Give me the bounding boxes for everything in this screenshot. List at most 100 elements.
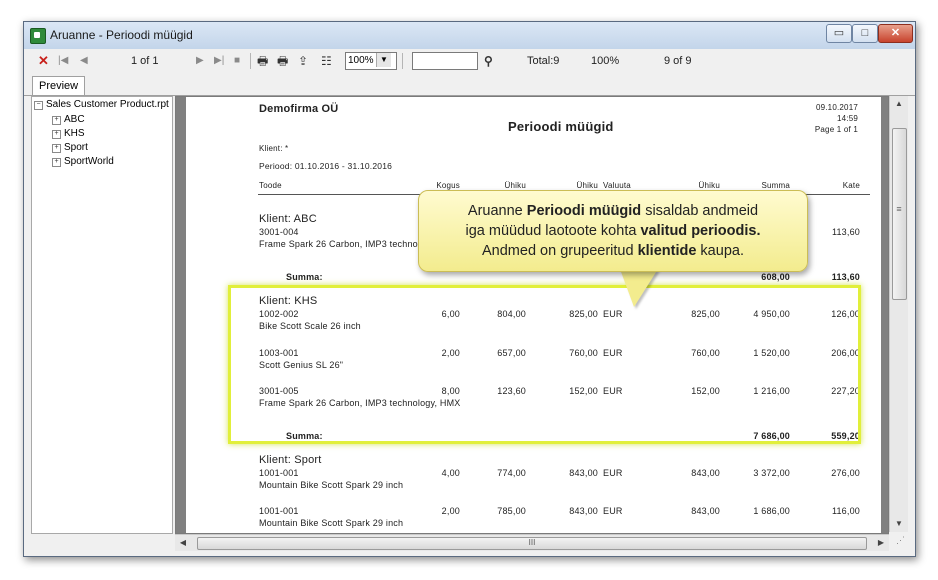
minimize-button[interactable]: ▭ (826, 24, 852, 43)
callout-bubble: Aruanne Perioodi müügid sisaldab andmeid… (418, 190, 808, 272)
product-name: Mountain Bike Scott Spark 29 inch (259, 518, 404, 528)
callout-text-part: sisaldab andmeid (641, 203, 759, 219)
first-page-icon[interactable]: |◀ (58, 52, 68, 70)
tree-item-label: SportWorld (64, 156, 114, 167)
group-margin: 113,60 (831, 272, 860, 282)
col-header-product: Toode (259, 181, 282, 190)
toolbar-divider (250, 53, 251, 69)
row-currency: EUR (603, 506, 623, 516)
group-sum-label: Summa: (286, 272, 323, 282)
toolbar-divider (402, 53, 403, 69)
row-unit-cost: 774,00 (497, 468, 526, 478)
product-code: 1001-001 (259, 506, 299, 516)
callout-line-1: Aruanne Perioodi müügid sisaldab andmeid (419, 201, 807, 221)
company-name: Demofirma OÜ (259, 103, 339, 115)
expand-icon[interactable]: + (52, 158, 61, 167)
product-name: Mountain Bike Scott Spark 29 inch (259, 480, 404, 490)
client-filter: Klient: * (259, 144, 289, 153)
horizontal-scroll-thumb[interactable]: III (197, 537, 867, 550)
period-range: Periood: 01.10.2016 - 31.10.2016 (259, 161, 393, 171)
row-sum: 1 686,00 (753, 506, 790, 516)
tree-item-label: Sport (64, 142, 88, 153)
tree-item-sport[interactable]: + Sport (52, 142, 88, 153)
col-header-margin: Kate (842, 181, 860, 190)
v-grip-icon: ≡ (896, 204, 902, 214)
product-code: 3001-004 (259, 227, 299, 237)
vertical-scroll-thumb[interactable] (892, 128, 907, 300)
callout-pointer (620, 269, 658, 307)
expand-icon[interactable]: + (52, 116, 61, 125)
zoom-percent: 100% (591, 55, 620, 67)
callout-emphasis: Perioodi müügid (526, 203, 642, 219)
report-time: 14:59 (836, 114, 858, 123)
total-records: Total:9 (527, 55, 560, 67)
row-unit: 843,00 (691, 506, 720, 516)
maximize-button[interactable]: □ (852, 24, 878, 43)
row-margin: 116,00 (831, 506, 860, 516)
last-page-icon[interactable]: ▶| (214, 52, 224, 70)
tree-item-label: KHS (64, 128, 85, 139)
scroll-down-icon[interactable]: ▼ (890, 516, 908, 532)
scroll-left-icon[interactable]: ◀ (175, 535, 191, 551)
tree-item-sportworld[interactable]: + SportWorld (52, 156, 114, 167)
scroll-right-icon[interactable]: ▶ (873, 535, 889, 551)
col-header-unit-price: Ühiku (576, 181, 598, 190)
stop-icon[interactable]: ■ (234, 52, 240, 70)
callout-text-part: Aruanne (467, 203, 527, 219)
row-margin: 276,00 (831, 468, 860, 478)
resize-grip-icon[interactable]: ⋰ (896, 535, 908, 547)
callout-emphasis: klientide (637, 243, 697, 259)
records-count: 9 of 9 (664, 55, 692, 67)
vertical-scrollbar[interactable]: ▲ ≡ ▼ (889, 96, 908, 532)
col-header-sum: Summa (761, 181, 790, 190)
search-input[interactable] (412, 52, 478, 70)
close-report-icon[interactable]: ✕ (38, 52, 49, 70)
print-setup-icon[interactable]: 🖶 (277, 52, 288, 70)
app-icon (30, 28, 46, 44)
product-code: 1001-001 (259, 468, 299, 478)
callout-line-2: iga müüdud laotoote kohta valitud perioo… (419, 221, 807, 241)
print-icon[interactable]: 🖶 (257, 52, 268, 70)
report-date: 09.10.2017 (815, 103, 858, 112)
expand-icon[interactable]: + (52, 144, 61, 153)
export-icon[interactable]: ⇪ (298, 52, 308, 70)
group-client-abc: Klient: ABC (259, 213, 317, 225)
row-unit: 843,00 (691, 468, 720, 478)
page-indicator: 1 of 1 (131, 55, 159, 67)
tree-root[interactable]: − Sales Customer Product.rpt (34, 99, 169, 110)
callout-text: Aruanne Perioodi müügid sisaldab andmeid… (419, 201, 807, 261)
group-sum: 608,00 (761, 272, 790, 282)
row-margin: 113,60 (831, 227, 860, 237)
window-title: Aruanne - Perioodi müügid (50, 28, 193, 42)
row-qty: 4,00 (441, 468, 460, 478)
tab-preview[interactable]: Preview (32, 76, 86, 95)
expand-icon[interactable]: + (52, 130, 61, 139)
find-binoculars-icon[interactable]: ⚲ (484, 52, 493, 70)
col-header-currency: Valuuta (603, 181, 631, 190)
row-unit-cost: 785,00 (497, 506, 526, 516)
scroll-up-icon[interactable]: ▲ (890, 96, 908, 112)
callout-text-part: iga müüdud laotoote kohta (465, 223, 641, 239)
next-page-icon[interactable]: ▶ (196, 52, 204, 70)
row-unit-price: 843,00 (569, 468, 598, 478)
collapse-icon[interactable]: − (34, 101, 43, 110)
tree-item-khs[interactable]: + KHS (52, 128, 85, 139)
tree-root-label: Sales Customer Product.rpt (46, 99, 169, 110)
group-client-sport: Klient: Sport (259, 454, 322, 466)
group-tree-toggle-icon[interactable]: ☷ (321, 52, 332, 70)
row-unit-price: 843,00 (569, 506, 598, 516)
tree-item-abc[interactable]: + ABC (52, 114, 85, 125)
chevron-down-icon[interactable]: ▼ (376, 53, 391, 67)
horizontal-scrollbar[interactable]: ◀ III ▶ (175, 534, 889, 551)
callout-line-3: Andmed on grupeeritud klientide kaupa. (419, 241, 807, 261)
close-window-button[interactable]: ✕ (878, 24, 913, 43)
row-currency: EUR (603, 468, 623, 478)
highlight-frame (228, 285, 861, 444)
tree-item-label: ABC (64, 114, 85, 125)
zoom-value: 100% (348, 55, 374, 66)
callout-emphasis: valitud perioodis. (640, 223, 761, 239)
col-header-unit: Ühiku (698, 181, 720, 190)
group-tree: − Sales Customer Product.rpt + ABC + KHS + S… (31, 96, 173, 534)
prev-page-icon[interactable]: ◀ (80, 52, 88, 70)
report-page-number: Page 1 of 1 (814, 125, 858, 134)
